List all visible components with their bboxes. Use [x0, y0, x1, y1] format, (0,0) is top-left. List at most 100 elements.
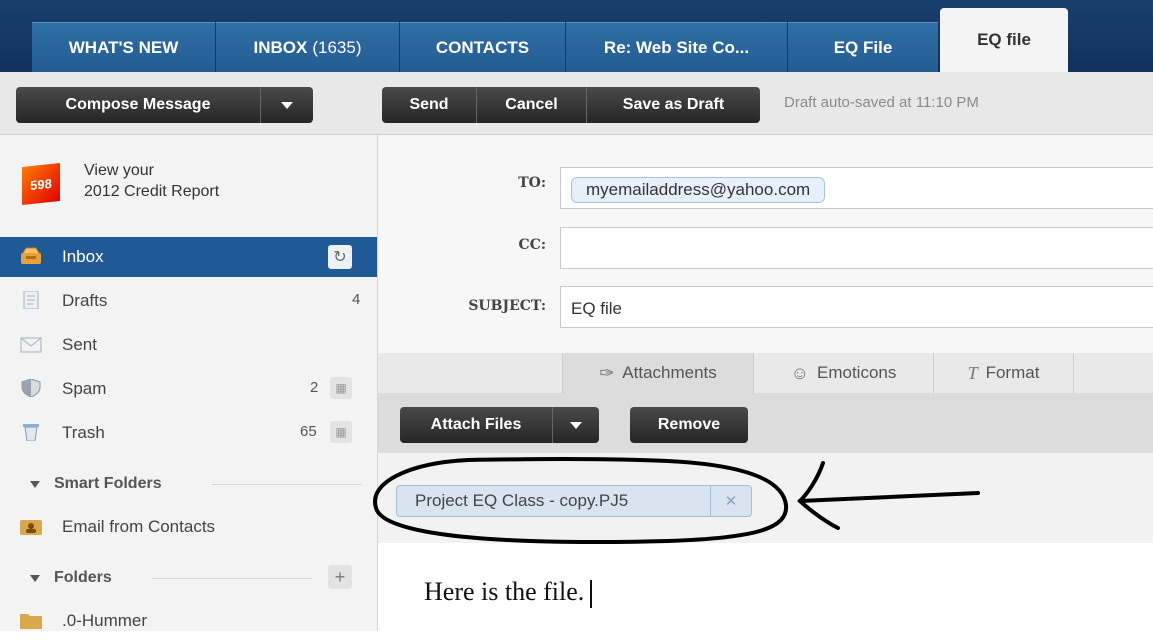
folder-label: Sent — [62, 335, 97, 354]
cancel-label: Cancel — [505, 96, 558, 113]
tab-label: Emoticons — [817, 363, 897, 382]
tab-label: Attachments — [622, 363, 717, 382]
tab-label: CONTACTS — [435, 37, 530, 57]
empty-trash-button[interactable]: ▦ — [330, 421, 352, 443]
smiley-icon: ☺ — [790, 362, 809, 383]
sidebar-item-hummer[interactable]: .0-Hummer — [0, 601, 377, 641]
remove-attachment-button[interactable]: Remove — [630, 407, 748, 443]
sidebar-item-drafts[interactable]: Drafts 4 — [0, 281, 377, 321]
tab-label: Re: Web Site Co... — [603, 37, 750, 57]
compose-pane: TO: myemailaddress@yahoo.com CC: SUBJECT… — [373, 135, 1153, 631]
format-icon: T — [967, 362, 978, 383]
message-body: Here is the file. — [424, 577, 593, 609]
to-field[interactable]: myemailaddress@yahoo.com — [560, 167, 1153, 209]
ad-logo: 598 — [22, 163, 60, 205]
divider — [212, 484, 362, 485]
folder-label: Inbox — [62, 247, 104, 266]
tab-inbox[interactable]: INBOX (1635) — [216, 22, 399, 72]
remove-attachment-icon[interactable]: ✕ — [710, 486, 751, 516]
trash-icon: ▦ — [335, 425, 347, 439]
subject-label: SUBJECT: — [468, 298, 546, 314]
tab-emoticons[interactable]: ☺ Emoticons — [754, 353, 934, 393]
tab-re-web-site[interactable]: Re: Web Site Co... — [566, 22, 787, 72]
add-folder-button[interactable]: + — [328, 565, 352, 589]
smart-folders-heading[interactable]: Smart Folders — [30, 475, 162, 493]
folder-icon — [20, 614, 42, 629]
credit-report-ad[interactable]: 598 View your 2012 Credit Report — [20, 160, 360, 220]
attach-dropdown-button[interactable] — [553, 407, 599, 443]
to-label: TO: — [518, 175, 546, 191]
folder-count: 65 — [300, 423, 317, 440]
chevron-down-icon — [30, 574, 40, 582]
drafts-icon — [23, 291, 39, 309]
remove-label: Remove — [657, 416, 721, 433]
folder-label: Drafts — [62, 291, 108, 310]
sent-icon — [20, 337, 42, 353]
compose-dropdown-button[interactable] — [261, 87, 313, 123]
tab-eq-file-1[interactable]: EQ File — [788, 22, 938, 72]
sidebar-item-email-from-contacts[interactable]: Email from Contacts — [0, 507, 377, 547]
tab-label: WHAT'S NEW — [68, 37, 179, 57]
ad-line-2: 2012 Credit Report — [84, 183, 220, 200]
tab-contacts[interactable]: CONTACTS — [400, 22, 565, 72]
attach-files-button[interactable]: Attach Files — [400, 407, 552, 443]
save-as-draft-button[interactable]: Save as Draft — [587, 87, 760, 123]
trash-icon — [23, 424, 39, 441]
inbox-icon — [21, 247, 41, 264]
sidebar-item-sent[interactable]: Sent — [0, 325, 377, 365]
attachment-filename: Project EQ Class - copy.PJ5 — [415, 491, 629, 510]
compose-message-button[interactable]: Compose Message — [16, 87, 260, 123]
sidebar-item-trash[interactable]: Trash 65 ▦ — [0, 413, 377, 453]
section-heading-label: Smart Folders — [54, 475, 162, 492]
folder-count: 2 — [310, 379, 319, 396]
folder-count: 4 — [352, 291, 361, 308]
compose-tools-tabs: ✑ Attachments ☺ Emoticons T Format — [378, 353, 1153, 393]
subject-field[interactable]: EQ file — [560, 286, 1153, 328]
tab-label: INBOX — [253, 37, 308, 57]
chevron-down-icon — [281, 101, 293, 109]
text-cursor — [590, 580, 593, 609]
attach-files-label: Attach Files — [430, 416, 522, 433]
plus-icon: + — [334, 566, 346, 587]
message-body-editor[interactable]: Here is the file. — [398, 555, 1138, 625]
cc-label: CC: — [518, 237, 546, 253]
compose-header: TO: myemailaddress@yahoo.com CC: SUBJECT… — [378, 135, 1153, 355]
recipient-chip[interactable]: myemailaddress@yahoo.com — [571, 177, 826, 203]
trash-icon: ▦ — [335, 381, 347, 395]
cancel-button[interactable]: Cancel — [477, 87, 586, 123]
sidebar: 598 View your 2012 Credit Report Inbox ↻… — [0, 135, 378, 631]
tab-whats-new[interactable]: WHAT'S NEW — [32, 22, 215, 72]
folder-label: Spam — [62, 379, 107, 398]
chevron-down-icon — [570, 421, 582, 429]
attachment-chip[interactable]: Project EQ Class - copy.PJ5 ✕ — [396, 485, 752, 517]
shield-icon — [21, 379, 41, 397]
paperclip-icon: ✑ — [599, 362, 615, 383]
empty-spam-button[interactable]: ▦ — [330, 377, 352, 399]
section-heading-label: Folders — [54, 569, 112, 586]
folders-heading[interactable]: Folders — [30, 569, 112, 587]
sidebar-item-inbox[interactable]: Inbox ↻ — [0, 237, 377, 277]
sidebar-item-spam[interactable]: Spam 2 ▦ — [0, 369, 377, 409]
toolbar: Compose Message Send Cancel Save as Draf… — [0, 72, 1153, 135]
tab-label: EQ file — [977, 30, 1031, 49]
folder-label: Trash — [62, 423, 105, 442]
ad-text: View your 2012 Credit Report — [84, 160, 219, 202]
ad-logo-text: 598 — [30, 175, 52, 193]
folder-label: .0-Hummer — [62, 611, 148, 630]
save-draft-label: Save as Draft — [622, 96, 725, 113]
tab-label: Format — [985, 363, 1040, 382]
cc-field[interactable] — [560, 227, 1153, 269]
message-body-text: Here is the file. — [424, 577, 585, 606]
send-button[interactable]: Send — [382, 87, 476, 123]
tab-eq-file-active[interactable]: EQ file — [940, 8, 1068, 72]
tab-format[interactable]: T Format — [934, 353, 1074, 393]
tab-attachments[interactable]: ✑ Attachments — [562, 353, 754, 393]
ad-line-1: View your — [84, 162, 154, 179]
divider — [152, 578, 312, 579]
inbox-unread-count: (1635) — [312, 37, 362, 57]
contacts-folder-icon — [20, 520, 42, 535]
attachment-toolbar: Attach Files Remove — [378, 393, 1153, 453]
send-label: Send — [409, 96, 449, 113]
folder-label: Email from Contacts — [62, 517, 216, 536]
refresh-icon[interactable]: ↻ — [328, 245, 352, 269]
